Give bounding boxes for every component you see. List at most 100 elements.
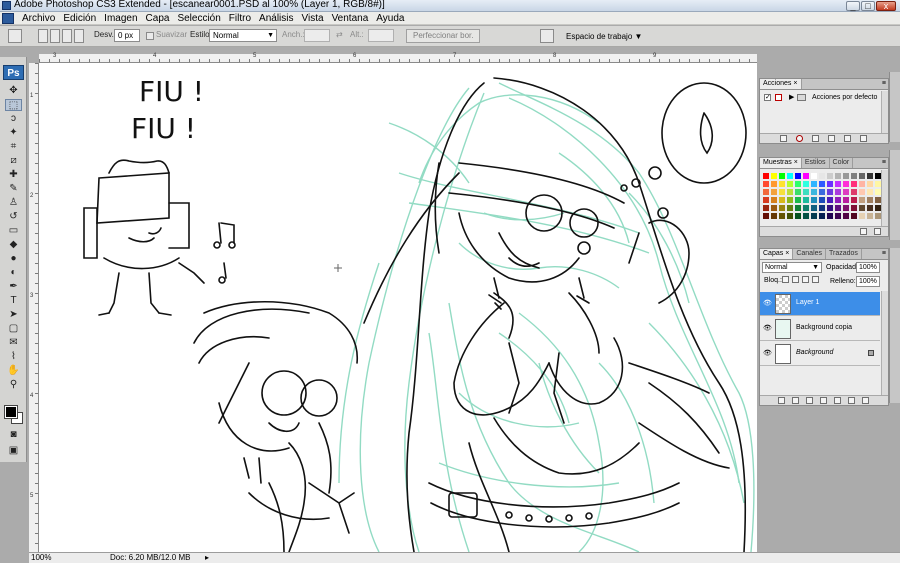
menu-ventana[interactable]: Ventana [328, 12, 373, 25]
color-swatch[interactable] [842, 196, 850, 204]
delete-icon[interactable] [874, 228, 881, 235]
color-swatch[interactable] [778, 180, 786, 188]
color-swatch[interactable] [786, 180, 794, 188]
color-swatch[interactable] [778, 196, 786, 204]
color-swatch[interactable] [818, 180, 826, 188]
healing-brush-tool[interactable]: ✚ [5, 169, 22, 181]
app-menu-icon[interactable] [2, 13, 14, 24]
color-swatch[interactable] [818, 172, 826, 180]
antialias-checkbox[interactable] [146, 32, 154, 40]
color-swatch[interactable] [770, 196, 778, 204]
panel-menu-icon[interactable]: ≡ [882, 79, 886, 89]
tab-channels[interactable]: Canales [793, 249, 827, 259]
color-swatch[interactable] [866, 196, 874, 204]
action-set-row[interactable]: ✓ ▶ Acciones por defecto [762, 92, 886, 103]
color-swatch[interactable] [866, 212, 874, 220]
color-swatch[interactable] [762, 180, 770, 188]
play-icon[interactable] [812, 135, 819, 142]
history-brush-tool[interactable]: ↺ [5, 211, 22, 223]
swatches-scrollbar[interactable] [881, 170, 888, 226]
color-swatch[interactable] [866, 188, 874, 196]
color-swatch[interactable] [866, 172, 874, 180]
height-input[interactable] [368, 29, 394, 42]
color-swatch[interactable] [842, 172, 850, 180]
color-swatch[interactable] [866, 204, 874, 212]
type-tool[interactable]: T [5, 295, 22, 307]
notes-tool[interactable]: ✉ [5, 337, 22, 349]
color-swatch[interactable] [794, 196, 802, 204]
document-canvas[interactable]: FIU ! FIU ! [39, 63, 757, 552]
color-swatch[interactable] [794, 204, 802, 212]
lock-all-icon[interactable] [812, 276, 819, 283]
blur-tool[interactable]: ● [5, 253, 22, 265]
color-swatch[interactable] [778, 212, 786, 220]
marquee-tool[interactable]: ⬚ [5, 99, 22, 111]
color-swatch[interactable] [786, 212, 794, 220]
paint-bucket-tool[interactable]: ◆ [5, 239, 22, 251]
color-swatch[interactable] [810, 180, 818, 188]
menu-vista[interactable]: Vista [298, 12, 328, 25]
color-swatch[interactable] [842, 212, 850, 220]
intersect-selection-icon[interactable] [74, 29, 84, 43]
color-swatch[interactable] [858, 212, 866, 220]
color-swatch[interactable] [762, 188, 770, 196]
panel-menu-icon[interactable]: ≡ [882, 158, 886, 168]
tab-styles[interactable]: Estilos [802, 158, 830, 168]
color-swatch[interactable] [802, 196, 810, 204]
eye-icon[interactable]: 👁 [763, 300, 772, 307]
minimize-button[interactable]: _ [846, 1, 860, 11]
close-icon[interactable]: × [794, 159, 798, 166]
dodge-tool[interactable]: ◐ [5, 267, 22, 279]
color-swatch[interactable] [826, 172, 834, 180]
color-swatch[interactable] [826, 204, 834, 212]
width-input[interactable] [304, 29, 330, 42]
color-swatch[interactable] [850, 172, 858, 180]
record-icon[interactable] [796, 135, 803, 142]
color-swatch[interactable] [794, 180, 802, 188]
workspace-icon[interactable] [540, 29, 554, 43]
panel-menu-icon[interactable]: ≡ [882, 249, 886, 259]
color-swatch[interactable] [858, 196, 866, 204]
subtract-selection-icon[interactable] [62, 29, 72, 43]
crop-tool[interactable]: ⌗ [5, 141, 22, 153]
new-swatch-icon[interactable] [860, 228, 867, 235]
eyedropper-tool[interactable]: ⌇ [5, 351, 22, 363]
color-swatch[interactable] [834, 180, 842, 188]
color-swatch[interactable] [762, 212, 770, 220]
menu-imagen[interactable]: Imagen [100, 12, 141, 25]
color-swatch[interactable] [850, 180, 858, 188]
close-icon[interactable]: × [785, 250, 789, 257]
tab-color[interactable]: Color [830, 158, 854, 168]
color-swatch[interactable] [770, 204, 778, 212]
link-layers-icon[interactable] [778, 397, 785, 404]
color-swatch[interactable] [826, 196, 834, 204]
color-swatch[interactable] [786, 196, 794, 204]
panel-dock-strip[interactable] [889, 72, 900, 142]
path-selection-tool[interactable]: ➤ [5, 309, 22, 321]
color-swatch[interactable] [762, 204, 770, 212]
move-tool[interactable]: ✥ [5, 85, 22, 97]
color-swatch[interactable] [810, 188, 818, 196]
color-swatch[interactable] [818, 188, 826, 196]
menu-analisis[interactable]: Análisis [255, 12, 297, 25]
menu-edicion[interactable]: Edición [59, 12, 100, 25]
new-layer-icon[interactable] [848, 397, 855, 404]
pen-tool[interactable]: ✒ [5, 281, 22, 293]
new-action-icon[interactable] [844, 135, 851, 142]
new-group-icon[interactable] [834, 397, 841, 404]
tab-paths[interactable]: Trazados [826, 249, 862, 259]
layers-scrollbar[interactable] [881, 291, 888, 395]
layer-row-layer-1[interactable]: 👁 Layer 1 [760, 292, 880, 316]
eraser-tool[interactable]: ▭ [5, 225, 22, 237]
panel-dock-strip[interactable] [889, 248, 900, 403]
layer-mask-icon[interactable] [806, 397, 813, 404]
refine-edge-button[interactable]: Perfeccionar bor. [406, 29, 481, 43]
clone-stamp-tool[interactable]: ♙ [5, 197, 22, 209]
new-selection-icon[interactable] [38, 29, 48, 43]
lock-pixels-icon[interactable] [792, 276, 799, 283]
color-swatch[interactable] [842, 204, 850, 212]
color-swatch[interactable] [842, 180, 850, 188]
workspace-button[interactable]: Espacio de trabajo ▼ [566, 29, 642, 44]
color-swatch[interactable] [786, 204, 794, 212]
color-swatch[interactable] [778, 204, 786, 212]
